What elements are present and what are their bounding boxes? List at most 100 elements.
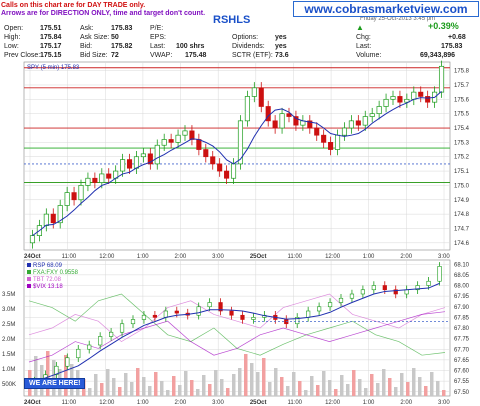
legend-swatch [27, 263, 31, 267]
rsp-candle [130, 319, 136, 325]
legend-swatch [27, 284, 31, 288]
price-candle [244, 96, 250, 122]
volume-bar [142, 377, 146, 396]
volume-bar [268, 382, 272, 396]
volume-bar [88, 388, 92, 396]
volume-bar [352, 370, 356, 396]
rsp-candle [404, 289, 409, 295]
price-candle [92, 177, 98, 183]
price-candle [64, 192, 70, 206]
bottom-legend-entry: RSP 68.09 [33, 263, 63, 269]
volume-bar [400, 373, 404, 396]
volume-bar [286, 386, 290, 396]
price-candle [85, 177, 91, 186]
top-x-tick-label: 3:00 [438, 254, 450, 260]
bottom-x-tick-label: 1:00 [363, 400, 375, 406]
bottom-x-tick-label: 3:00 [438, 400, 450, 406]
price-candle [71, 192, 77, 201]
rsp-candle [229, 310, 234, 316]
price-candle [99, 173, 105, 183]
volume-bar [154, 372, 158, 396]
volume-axis-label: 3.5M [2, 292, 15, 298]
volume-axis-label: 3.0M [2, 307, 15, 313]
rsp-candle [251, 317, 256, 320]
bottom-y-tick-label: 67.55 [454, 379, 470, 385]
bottom-x-tick-label: 12:00 [99, 400, 115, 406]
price-candle [314, 127, 320, 136]
top-x-tick-label: 2:00 [400, 254, 412, 260]
volume-bar [130, 382, 134, 396]
price-candle [120, 159, 126, 172]
volume-bar [340, 375, 344, 396]
price-candle [161, 139, 167, 146]
rsp-candle [360, 289, 365, 295]
we-are-here-callout: WE ARE HERE! [24, 378, 86, 389]
rsp-candle [119, 323, 125, 333]
volume-bar [328, 380, 332, 396]
volume-bar [196, 389, 200, 396]
price-candle [258, 87, 264, 107]
volume-bar [382, 369, 386, 396]
volume-bar [184, 371, 188, 396]
price-candle [328, 142, 334, 150]
bottom-y-tick-label: 68.00 [454, 284, 470, 290]
top-x-tick-label: 12:00 [325, 254, 341, 260]
volume-bar [370, 374, 374, 396]
top-panel-frame [23, 61, 451, 251]
rsp-candle [98, 336, 103, 346]
volume-bar [118, 387, 122, 396]
top-x-tick-label: 11:00 [62, 254, 77, 260]
rsp-candle [76, 348, 81, 359]
top-y-tick-label: 174.7 [454, 226, 470, 232]
price-candle [376, 106, 382, 115]
volume-bar [238, 368, 242, 396]
price-candle [279, 113, 285, 129]
volume-bar [202, 375, 206, 396]
bottom-y-tick-label: 67.50 [454, 390, 470, 396]
volume-bar [334, 389, 338, 396]
volume-bar [244, 354, 248, 396]
bottom-y-tick-label: 67.75 [454, 337, 470, 343]
rsp-candle [306, 310, 311, 318]
top-y-tick-label: 175.1 [454, 169, 470, 175]
rsp-candle [349, 293, 355, 299]
volume-bar [364, 388, 368, 396]
price-candle [334, 134, 341, 150]
bottom-y-tick-label: 67.65 [454, 358, 470, 364]
legend-swatch [27, 277, 31, 281]
price-candle [438, 65, 445, 93]
rsp-candle [426, 280, 431, 286]
price-candle [355, 120, 361, 126]
price-candle [230, 163, 237, 179]
bottom-y-tick-label: 67.90 [454, 305, 470, 311]
rsp-candle [152, 314, 157, 318]
price-candle [321, 134, 327, 143]
price-candle [50, 213, 56, 224]
volume-axis-label: 2.0M [2, 337, 15, 343]
volume-bar [418, 377, 422, 396]
price-candle [175, 134, 181, 143]
volume-axis-label: 2.5M [2, 322, 15, 328]
rsp-candle [317, 306, 322, 312]
volume-bar [160, 381, 164, 396]
price-candle [397, 96, 403, 103]
volume-bar [412, 368, 416, 396]
top-x-tick-label: 1:00 [137, 254, 149, 260]
price-candle [203, 149, 209, 158]
top-y-tick-label: 175.3 [454, 140, 470, 146]
top-x-tick-label: 11:00 [287, 254, 302, 260]
price-candle [390, 96, 396, 100]
volume-bar [226, 388, 230, 396]
rsp-candle [196, 306, 201, 316]
price-candle [210, 156, 216, 165]
rsp-candle [382, 285, 387, 291]
top-x-tick-label: 24Oct [24, 254, 41, 260]
bottom-y-tick-label: 67.60 [454, 369, 470, 375]
rsp-candle [87, 344, 92, 350]
price-candle [189, 130, 195, 140]
volume-bar [190, 380, 194, 396]
rsp-candle [65, 357, 70, 367]
top-y-tick-label: 174.6 [454, 241, 470, 247]
top-y-tick-label: 175.7 [454, 83, 470, 89]
volume-bar [274, 368, 278, 396]
